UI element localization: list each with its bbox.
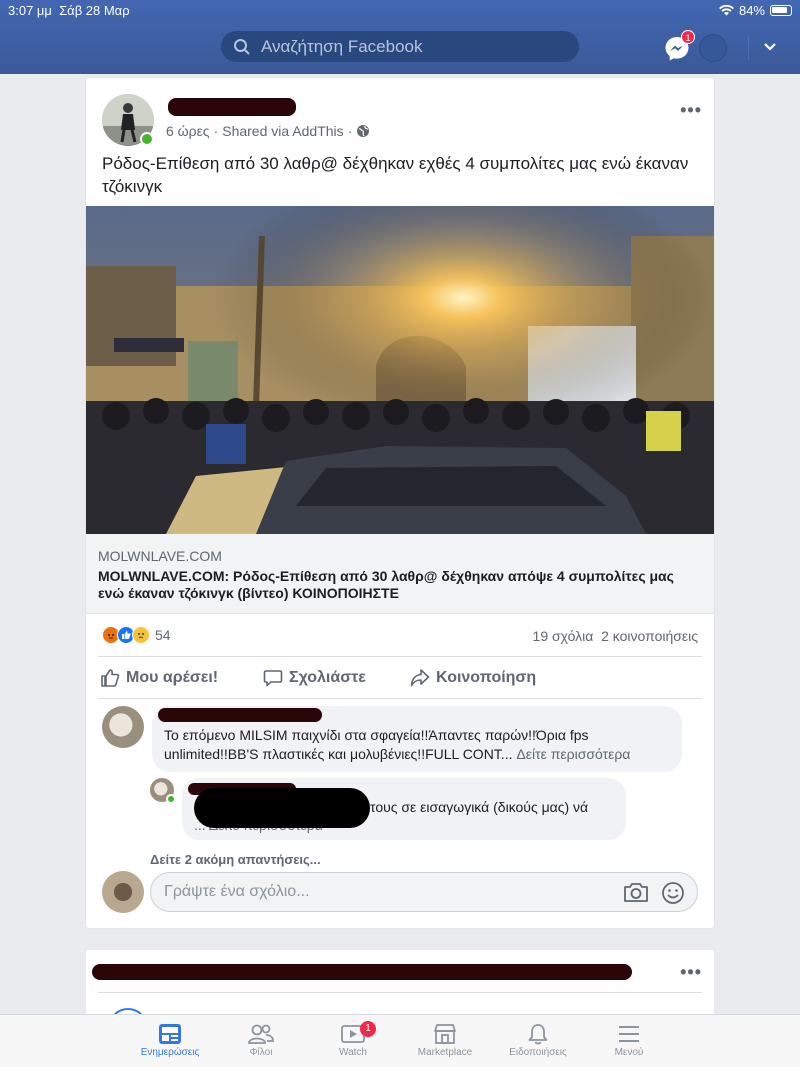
reply-text: τους σε εισαγωγικά (δικούς μας) νά [370,798,588,817]
nav-label: Watch [339,1047,367,1058]
divider [98,698,702,699]
search-bar[interactable]: Αναζήτηση Facebook [221,31,579,62]
like-button[interactable]: Μου αρέσει! [100,668,218,688]
post-options-icon[interactable]: ••• [680,962,702,983]
comment-icon [263,670,283,687]
menu-icon [619,1026,639,1042]
engagement-counts: 19 σχόλια 2 κοινοποιήσεις [533,628,698,644]
nav-watch[interactable]: 1 Watch [308,1021,398,1058]
bottom-navigation: Ενημερώσεις Φίλοι 1 Watch Marketplace Ει… [0,1014,800,1067]
messenger-badge: 1 [681,30,695,44]
sad-reaction-icon [132,626,150,644]
reply-body: τους σε εισαγωγικά (δικούς μας) νά [370,799,589,815]
more-replies-link[interactable]: Δείτε 2 ακόμη απαντήσεις... [150,852,321,867]
emoji-icon[interactable] [661,881,685,905]
divider [98,992,702,993]
marketplace-icon [434,1024,456,1044]
nav-label: Μενού [614,1047,644,1058]
post-header-redacted [92,964,632,980]
battery-icon [770,5,792,16]
nav-label: Ειδοποιήσεις [509,1047,567,1058]
nav-label: Φίλοι [249,1047,273,1058]
share-label: Κοινοποίηση [436,669,537,686]
profile-avatar[interactable] [699,34,727,62]
share-button[interactable]: Κοινοποίηση [410,668,536,688]
comment-label: Σχολιάστε [289,669,366,686]
see-more-link[interactable]: Δείτε περισσότερα [516,746,630,762]
author-name-redacted [168,98,296,116]
bell-icon [528,1024,548,1045]
status-right: 84% [718,3,792,18]
reactions-summary[interactable]: 54 [102,626,171,644]
link-preview[interactable]: MOLWNLAVE.COM MOLWNLAVE.COM: Ρόδος-Επίθε… [86,534,714,614]
chevron-down-icon[interactable] [762,39,778,55]
battery-percent: 84% [738,3,765,18]
post-card: 6 ώρες · Shared via AddThis · ••• Ρόδος-… [86,78,714,928]
comment-input[interactable]: Γράψτε ένα σχόλιο... [150,872,698,912]
link-title[interactable]: MOLWNLAVE.COM: Ρόδος-Επίθεση από 30 λαθρ… [98,568,704,602]
news-feed-icon [159,1024,181,1044]
divider [98,656,702,657]
share-icon [410,669,430,687]
wifi-icon [718,5,734,16]
like-label: Μου αρέσει! [126,669,219,686]
nav-notifications[interactable]: Ειδοποιήσεις [493,1021,583,1058]
nav-news-feed[interactable]: Ενημερώσεις [125,1021,215,1058]
nav-label: Ενημερώσεις [140,1047,200,1058]
meta-separator: · [347,123,353,139]
commenter-avatar[interactable] [102,706,144,748]
header-divider [748,36,749,60]
nav-label: Marketplace [417,1047,473,1058]
nav-marketplace[interactable]: Marketplace [400,1021,490,1058]
link-domain: MOLWNLAVE.COM [98,548,222,564]
top-bar: 3:07 μμ Σάβ 28 Μαρ 84% Αναζήτηση Faceboo… [0,0,800,74]
post-time[interactable]: 6 ώρες [166,123,210,139]
post-shared-via[interactable]: Shared via AddThis [222,123,343,139]
status-bar: 3:07 μμ Σάβ 28 Μαρ 84% [8,3,792,19]
crowd-photo [86,206,714,534]
comment-button[interactable]: Σχολιάστε [263,668,366,688]
friends-icon [248,1024,274,1044]
reaction-count: 54 [155,627,171,643]
commenter-name-redacted [158,708,322,722]
online-status-indicator [166,794,176,804]
current-user-avatar [102,871,144,913]
search-icon [234,38,250,55]
post-meta: 6 ώρες · Shared via AddThis · [166,123,370,139]
reply-text-redacted [194,788,370,828]
post-options-icon[interactable]: ••• [680,100,702,121]
nav-menu[interactable]: Μενού [584,1021,674,1058]
shares-count[interactable]: 2 κοινοποιήσεις [601,628,698,644]
nav-friends[interactable]: Φίλοι [216,1021,306,1058]
post-text: Ρόδος-Επίθεση από 30 λαθρ@ δέχθηκαν εχθέ… [102,154,689,196]
comment-input-placeholder: Γράψτε ένα σχόλιο... [164,883,310,900]
comments-count[interactable]: 19 σχόλια [533,628,594,644]
comment-text: Το επόμενο MILSIM παιχνίδι στα σφαγεία!!… [164,726,674,764]
camera-icon[interactable] [623,881,649,903]
link-preview-image[interactable] [86,206,714,534]
thumbs-up-icon [101,669,120,687]
watch-badge: 1 [360,1021,376,1037]
globe-icon [357,125,370,137]
status-time-date: 3:07 μμ Σάβ 28 Μαρ [8,3,130,18]
meta-separator: · [213,123,219,139]
search-input[interactable]: Αναζήτηση Facebook [261,37,423,57]
online-status-indicator [140,132,154,146]
status-time: 3:07 μμ [8,3,52,18]
status-date: Σάβ 28 Μαρ [59,3,130,18]
